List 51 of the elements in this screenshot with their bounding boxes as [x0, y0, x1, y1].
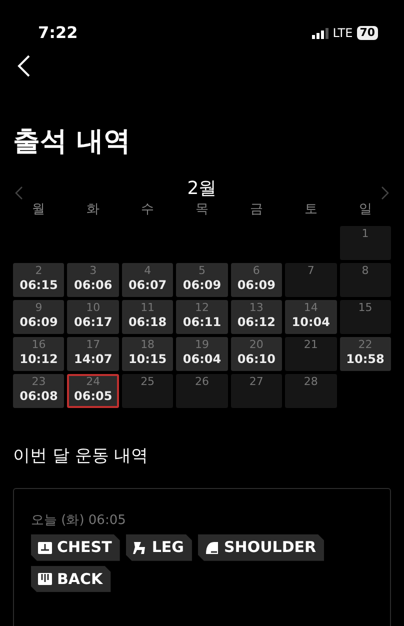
month-label: 2월 — [187, 176, 217, 201]
leg-icon — [132, 540, 148, 556]
signal-icon — [312, 28, 329, 38]
calendar-day[interactable]: 24 06:05 — [67, 374, 119, 408]
calendar-day[interactable]: 21 — [285, 337, 337, 372]
workout-date: 오늘 (화) 06:05 — [31, 512, 127, 530]
status-time: 7:22 — [38, 22, 78, 44]
calendar-day[interactable]: 11 06:18 — [122, 300, 174, 334]
calendar-day[interactable]: 27 — [230, 374, 282, 408]
calendar-day[interactable]: 14 10:04 — [285, 300, 337, 334]
calendar-day[interactable]: 9 06:09 — [13, 300, 64, 334]
muscle-tag: SHOULDER — [198, 534, 324, 561]
calendar-day[interactable]: 23 06:08 — [13, 374, 64, 408]
calendar-day[interactable]: 13 06:12 — [230, 300, 282, 334]
calendar-day[interactable]: 28 — [285, 374, 337, 408]
calendar-day[interactable]: 16 10:12 — [13, 337, 64, 372]
calendar-day[interactable]: 25 — [122, 374, 174, 408]
calendar-day[interactable]: 22 10:58 — [340, 337, 391, 372]
muscle-tag: CHEST — [31, 534, 120, 561]
section-heading: 이번 달 운동 내역 — [13, 445, 150, 468]
calendar-day[interactable]: 4 06:07 — [122, 263, 174, 298]
calendar-day[interactable]: 15 — [340, 300, 391, 334]
calendar-day[interactable]: 19 06:04 — [176, 337, 228, 372]
weekday-label: 월 — [32, 202, 46, 218]
weekday-label: 수 — [141, 202, 154, 218]
chest-icon — [37, 540, 53, 556]
calendar-day[interactable]: 12 06:11 — [176, 300, 228, 334]
weekday-label: 화 — [86, 202, 100, 218]
calendar-day[interactable]: 2 06:15 — [13, 263, 64, 298]
calendar-day[interactable]: 8 — [340, 263, 391, 298]
weekday-label: 금 — [250, 202, 263, 218]
calendar-day[interactable]: 3 06:06 — [67, 263, 119, 298]
calendar-day[interactable]: 1 — [340, 226, 391, 260]
calendar-day[interactable]: 20 06:10 — [230, 337, 282, 372]
calendar-day[interactable]: 5 06:09 — [176, 263, 228, 298]
shoulder-icon — [204, 540, 220, 556]
muscle-tag: BACK — [31, 566, 111, 592]
calendar-day[interactable]: 26 — [176, 374, 228, 408]
muscle-tag: LEG — [126, 534, 192, 561]
weekday-label: 토 — [304, 202, 318, 218]
calendar-day[interactable]: 17 14:07 — [67, 337, 119, 372]
battery-level: 70 — [356, 26, 378, 40]
calendar-day[interactable]: 10 06:17 — [67, 300, 119, 334]
weekday-label: 목 — [195, 202, 208, 218]
page-title: 출석 내역 — [13, 126, 132, 158]
calendar-day[interactable]: 6 06:09 — [230, 263, 282, 298]
network-label: LTE — [332, 25, 353, 42]
back-muscle-icon — [37, 571, 53, 588]
calendar-day[interactable]: 18 10:15 — [122, 337, 174, 372]
calendar-day[interactable]: 7 — [285, 263, 337, 298]
weekday-label: 일 — [358, 202, 372, 218]
